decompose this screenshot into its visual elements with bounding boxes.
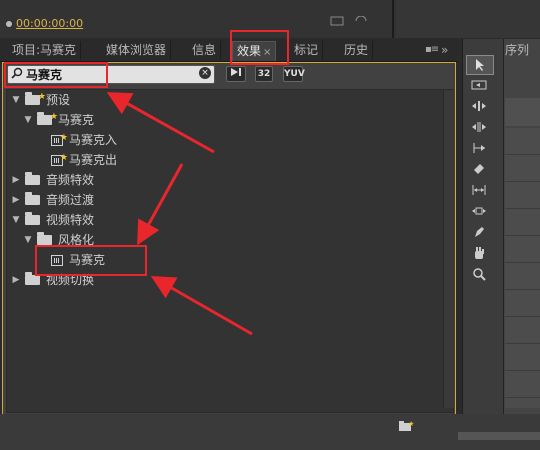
- rate-stretch-icon: [473, 143, 485, 153]
- ripple-edit-tool[interactable]: [466, 97, 492, 115]
- pen-tool[interactable]: [466, 223, 492, 241]
- selection-arrow-icon: [476, 59, 484, 71]
- zoom-icon: [473, 268, 486, 281]
- rate-stretch-tool[interactable]: [466, 139, 492, 157]
- zoom-tool[interactable]: [466, 265, 492, 283]
- arrow-to-search: [106, 92, 215, 154]
- selection-tool[interactable]: [466, 55, 494, 75]
- timeline-ruler[interactable]: [505, 98, 540, 126]
- svg-text:★: ★: [408, 420, 414, 428]
- arrow-to-effect-from-top: [137, 163, 184, 246]
- sequence-scrollbar[interactable]: [458, 432, 540, 440]
- razor-tool[interactable]: [466, 160, 492, 178]
- pen-icon: [475, 227, 484, 237]
- ripple-edit-icon: [472, 101, 486, 111]
- slide-tool[interactable]: [466, 202, 492, 220]
- slide-icon: [472, 207, 486, 215]
- annotation-arrows: [106, 92, 253, 336]
- rolling-edit-tool[interactable]: [466, 118, 492, 136]
- hand-icon: [475, 247, 484, 259]
- rolling-edit-icon: [472, 122, 486, 132]
- hand-tool[interactable]: [466, 244, 492, 262]
- tab-sequence[interactable]: 序列: [505, 41, 529, 58]
- timeline-tracks[interactable]: [505, 128, 540, 408]
- track-select-tool[interactable]: [466, 76, 492, 94]
- arrow-to-effect-from-bottom: [150, 276, 253, 336]
- track-select-icon: [471, 80, 487, 90]
- slip-tool[interactable]: [466, 181, 492, 199]
- razor-icon: [474, 164, 484, 174]
- slip-icon: [472, 185, 486, 195]
- new-custom-bin-icon[interactable]: ★: [398, 420, 414, 432]
